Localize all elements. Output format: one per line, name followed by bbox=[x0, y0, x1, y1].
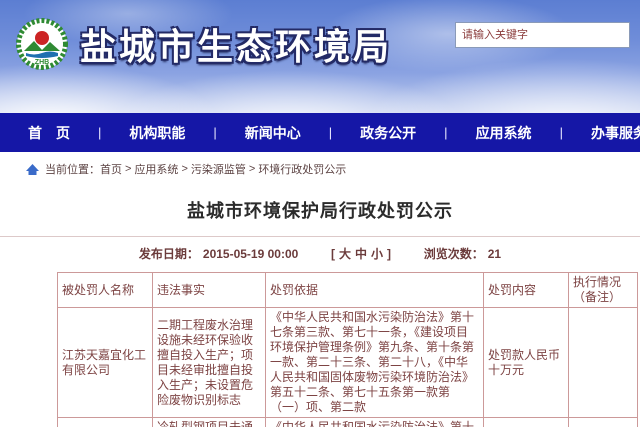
breadcrumb-separator: > bbox=[249, 163, 255, 175]
home-icon bbox=[26, 164, 39, 175]
cell-facts: 冷轧型钢项目未通过验收投入生产，私设排污口和暗管 bbox=[153, 418, 266, 427]
breadcrumb-separator: > bbox=[181, 163, 187, 175]
font-size-bracket: ] bbox=[387, 247, 391, 261]
col-header-status: 执行情况（备注） bbox=[569, 273, 638, 308]
breadcrumb-item-pollution[interactable]: 污染源监管 bbox=[191, 161, 246, 177]
col-header-basis: 处罚依据 bbox=[266, 273, 484, 308]
col-header-name: 被处罚人名称 bbox=[58, 273, 153, 308]
search-input[interactable] bbox=[455, 22, 630, 48]
cell-penalty: 处罚款人民币十万元 bbox=[484, 308, 569, 418]
table-header-row: 被处罚人名称 违法事实 处罚依据 处罚内容 执行情况（备注） bbox=[58, 273, 638, 308]
font-size-medium-button[interactable]: 中 bbox=[355, 247, 367, 261]
views-count: 21 bbox=[488, 247, 501, 261]
site-title: 盐城市生态环境局 bbox=[80, 18, 392, 70]
font-size-large-button[interactable]: 大 bbox=[339, 247, 351, 261]
breadcrumb-separator: > bbox=[125, 163, 131, 175]
breadcrumb-item-current[interactable]: 环境行政处罚公示 bbox=[258, 161, 346, 177]
breadcrumb-prefix: 当前位置： bbox=[45, 161, 100, 177]
cell-name: 盐城钢管厂有限公司 bbox=[58, 418, 153, 427]
publish-date-label: 发布日期： bbox=[139, 247, 199, 261]
nav-item-apps[interactable]: 应用系统 bbox=[462, 123, 546, 143]
font-size-small-button[interactable]: 小 bbox=[371, 247, 383, 261]
svg-text:ZHB: ZHB bbox=[35, 59, 49, 66]
col-header-facts: 违法事实 bbox=[153, 273, 266, 308]
article-meta: 发布日期： 2015-05-19 00:00 [ 大中小] 浏览次数： 21 bbox=[0, 237, 640, 268]
table-row: 江苏天嘉宜化工有限公司 二期工程废水治理设施未经环保验收擅自投入生产；项目未经审… bbox=[58, 308, 638, 418]
page-title: 盐城市环境保护局行政处罚公示 bbox=[0, 197, 640, 223]
site-brand: ZHB 盐城市生态环境局 bbox=[16, 18, 392, 70]
nav-item-gov-info[interactable]: 政务公开 bbox=[346, 123, 430, 143]
site-header: ZHB 盐城市生态环境局 bbox=[0, 0, 640, 113]
nav-item-news[interactable]: 新闻中心 bbox=[231, 123, 315, 143]
cell-status bbox=[569, 418, 638, 427]
penalty-table-zone: 被处罚人名称 违法事实 处罚依据 处罚内容 执行情况（备注） 江苏天嘉宜化工有限… bbox=[0, 268, 640, 427]
nav-item-functions[interactable]: 机构职能 bbox=[115, 123, 199, 143]
cell-basis: 《中华人民共和国水污染防治法》第十七条第三款、第七十一条，《建设项目环境保护管理… bbox=[266, 308, 484, 418]
font-size-bracket: [ bbox=[331, 247, 335, 261]
breadcrumb: 当前位置： 首页 > 应用系统 > 污染源监管 > 环境行政处罚公示 bbox=[0, 152, 640, 186]
cell-penalty: 处罚人民币二十万元整 bbox=[484, 418, 569, 427]
cell-name: 江苏天嘉宜化工有限公司 bbox=[58, 308, 153, 418]
bureau-logo-icon: ZHB bbox=[16, 18, 68, 70]
nav-separator: | bbox=[98, 125, 101, 140]
search-box bbox=[455, 22, 630, 48]
article-header: 盐城市环境保护局行政处罚公示 bbox=[0, 186, 640, 237]
nav-separator: | bbox=[329, 125, 332, 140]
table-row: 盐城钢管厂有限公司 冷轧型钢项目未通过验收投入生产，私设排污口和暗管 《中华人民… bbox=[58, 418, 638, 427]
cell-basis: 《中华人民共和国水污染防治法》第十七条第三款、第二十二条、第七十一条、第七十五条… bbox=[266, 418, 484, 427]
breadcrumb-item-apps[interactable]: 应用系统 bbox=[134, 161, 178, 177]
nav-separator: | bbox=[444, 125, 447, 140]
penalty-table: 被处罚人名称 违法事实 处罚依据 处罚内容 执行情况（备注） 江苏天嘉宜化工有限… bbox=[57, 272, 638, 427]
breadcrumb-item-home[interactable]: 首页 bbox=[100, 161, 122, 177]
nav-item-services[interactable]: 办事服务 bbox=[577, 123, 640, 143]
views-label: 浏览次数： bbox=[424, 247, 484, 261]
nav-separator: | bbox=[560, 125, 563, 140]
cell-facts: 二期工程废水治理设施未经环保验收擅自投入生产；项目未经审批擅自投入生产；未设置危… bbox=[153, 308, 266, 418]
publish-date-value: 2015-05-19 00:00 bbox=[203, 247, 298, 261]
nav-item-home[interactable]: 首 页 bbox=[14, 123, 84, 143]
cell-status bbox=[569, 308, 638, 418]
nav-separator: | bbox=[213, 125, 216, 140]
col-header-penalty: 处罚内容 bbox=[484, 273, 569, 308]
main-nav: 首 页 | 机构职能 | 新闻中心 | 政务公开 | 应用系统 | 办事服务 |… bbox=[0, 113, 640, 152]
